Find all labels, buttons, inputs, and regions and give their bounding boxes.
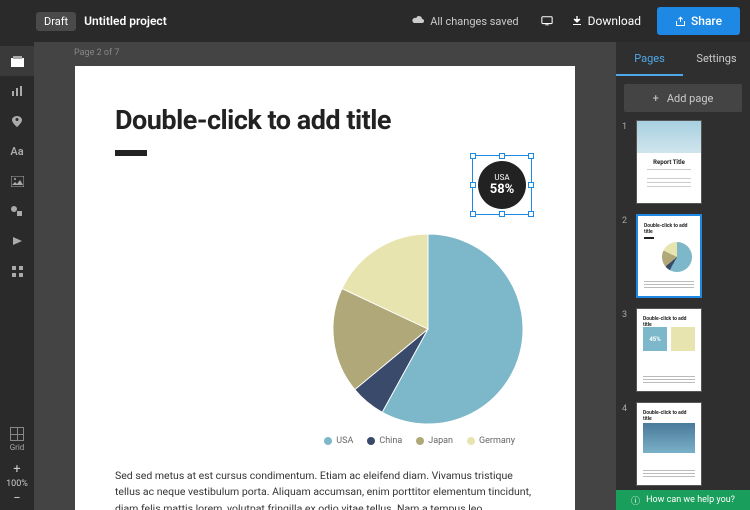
page-thumbnail[interactable]: Report Title <box>636 120 702 204</box>
tool-widgets[interactable] <box>0 256 34 286</box>
canvas[interactable]: Page 2 of 7 Double-click to add title US… <box>34 42 616 510</box>
thumb-number: 3 <box>622 308 630 320</box>
callout-value: 58% <box>490 182 515 197</box>
page-thumbnail[interactable]: Double-click to add title <box>636 402 702 486</box>
resize-handle[interactable] <box>470 211 476 217</box>
callout-label: USA <box>494 173 509 182</box>
preview-button[interactable] <box>533 9 561 33</box>
download-button[interactable]: Download <box>561 8 651 34</box>
tool-charts[interactable] <box>0 76 34 106</box>
help-button[interactable]: ⓘ How can we help you? <box>616 490 750 510</box>
title-underline <box>115 150 147 156</box>
left-toolbar: Aa Grid + 100% − <box>0 42 34 510</box>
thumb-number: 4 <box>622 402 630 414</box>
resize-handle[interactable] <box>499 153 505 159</box>
body-text[interactable]: Sed sed metus at est cursus condimentum.… <box>115 468 535 510</box>
resize-handle[interactable] <box>499 211 505 217</box>
tool-objects[interactable] <box>0 46 34 76</box>
plus-icon: + <box>653 92 659 105</box>
legend-item: USA <box>324 436 353 446</box>
legend-item: Germany <box>467 436 515 446</box>
draft-badge: Draft <box>36 12 76 31</box>
page[interactable]: Double-click to add title USA 58% <box>75 66 575 510</box>
page-thumbnail[interactable]: Double-click to add title 45% <box>636 308 702 392</box>
tool-video[interactable] <box>0 226 34 256</box>
resize-handle[interactable] <box>528 211 534 217</box>
right-panel: Pages Settings + Add page 1 Report Title… <box>616 42 750 510</box>
resize-handle[interactable] <box>470 182 476 188</box>
thumb-number: 1 <box>622 120 630 132</box>
save-status: All changes saved <box>411 15 518 28</box>
tool-map[interactable] <box>0 106 34 136</box>
tool-text[interactable]: Aa <box>0 136 34 166</box>
zoom-out-button[interactable]: − <box>7 491 27 506</box>
share-button[interactable]: Share <box>657 7 740 35</box>
tab-settings[interactable]: Settings <box>683 42 750 76</box>
project-title[interactable]: Untitled project <box>84 14 167 28</box>
legend-item: Japan <box>416 436 453 446</box>
tab-pages[interactable]: Pages <box>616 42 683 76</box>
add-page-button[interactable]: + Add page <box>624 84 742 112</box>
grid-toggle[interactable] <box>10 427 24 441</box>
tool-image[interactable] <box>0 166 34 196</box>
resize-handle[interactable] <box>528 153 534 159</box>
grid-label: Grid <box>10 443 25 452</box>
resize-handle[interactable] <box>528 182 534 188</box>
cloud-icon <box>411 15 425 28</box>
pie-chart[interactable] <box>333 234 523 424</box>
legend-item: China <box>367 436 402 446</box>
help-icon: ⓘ <box>631 494 640 507</box>
share-icon <box>675 16 686 27</box>
download-icon <box>571 15 583 27</box>
thumb-number: 2 <box>622 214 630 226</box>
chart-legend: USA China Japan Germany <box>324 436 515 446</box>
page-thumbnail[interactable]: Double-click to add title <box>636 214 702 298</box>
resize-handle[interactable] <box>470 153 476 159</box>
tool-shapes[interactable] <box>0 196 34 226</box>
page-indicator: Page 2 of 7 <box>74 48 119 58</box>
zoom-value: 100% <box>6 479 28 489</box>
callout-widget[interactable]: USA 58% <box>475 158 529 212</box>
page-title[interactable]: Double-click to add title <box>115 104 535 136</box>
zoom-in-button[interactable]: + <box>7 462 27 477</box>
